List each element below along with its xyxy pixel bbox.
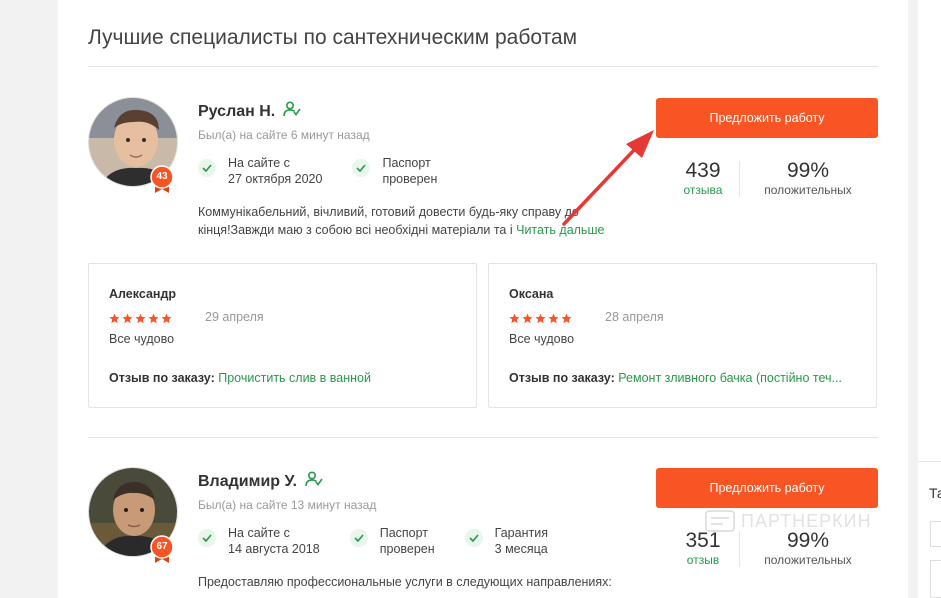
fact-line: На сайте с xyxy=(228,526,290,540)
watermark-logo-icon xyxy=(705,510,735,532)
specialist-description: Предоставляю профессиональные услуги в с… xyxy=(198,573,638,591)
card-divider xyxy=(88,437,878,438)
check-icon xyxy=(352,159,371,177)
facts-row: На сайте с 27 октября 2020 Паспорт провере… xyxy=(198,155,467,187)
right-column-text: Та xyxy=(929,485,941,501)
star-icon xyxy=(122,313,133,324)
specialist-stats: 351 отзыв 99% положительных xyxy=(656,529,878,571)
fact-line: Паспорт xyxy=(379,526,429,540)
rating-badge: 67 xyxy=(150,535,174,563)
avatar-wrap[interactable]: 43 xyxy=(88,97,180,197)
review-text: Все чудово xyxy=(109,332,175,346)
star-icon xyxy=(548,313,559,324)
review-date: 29 апреля xyxy=(205,310,264,324)
fact-item: На сайте с 27 октября 2020 xyxy=(198,155,322,187)
check-icon xyxy=(349,529,368,547)
star-rating xyxy=(509,313,572,324)
fact-line: Гарантия xyxy=(494,526,548,540)
positive-stat: 99% положительных xyxy=(752,159,864,197)
star-icon xyxy=(561,313,572,324)
review-text: Все чудово xyxy=(509,332,575,346)
rating-badge: 43 xyxy=(150,165,174,193)
star-icon xyxy=(109,313,120,324)
positive-label: положительных xyxy=(764,183,852,197)
review-card: Оксана 28 апреля Все чудово Отзыв по зак… xyxy=(488,263,877,408)
fact-line: проверен xyxy=(379,542,435,556)
star-icon xyxy=(535,313,546,324)
reviews-count: 439 xyxy=(685,159,721,182)
fact-line: 27 октября 2020 xyxy=(228,172,323,186)
right-divider xyxy=(918,461,941,462)
specialist-stats: 439 отзыва 99% положительных xyxy=(656,159,878,201)
star-icon xyxy=(135,313,146,324)
order-label: Отзыв по заказу: xyxy=(509,371,615,385)
avatar-wrap[interactable]: 67 xyxy=(88,467,180,567)
positive-stat: 99% положительных xyxy=(752,529,864,567)
fact-item: На сайте с 14 августа 2018 xyxy=(198,525,320,557)
online-status: Был(а) на сайте 13 минут назад xyxy=(198,498,377,512)
specialist-description: Коммунікабельний, вічливий, готовий дове… xyxy=(198,203,608,239)
specialist-name-text[interactable]: Владимир У. xyxy=(198,473,297,491)
right-box[interactable] xyxy=(930,560,941,598)
specialist-name: Владимир У. xyxy=(198,471,323,492)
reviews-label: отзыв xyxy=(686,553,720,567)
star-icon xyxy=(161,313,172,324)
fact-line: 14 августа 2018 xyxy=(228,542,320,556)
online-status: Был(а) на сайте 6 минут назад xyxy=(198,128,370,142)
order-label: Отзыв по заказу: xyxy=(109,371,215,385)
watermark: ПАРТНЕРКИН xyxy=(705,510,872,532)
order-link[interactable]: Ремонт зливного бачка (постійно теч... xyxy=(618,371,842,385)
title-divider xyxy=(88,66,878,67)
review-card: Александр 29 апреля Все чудово Отзыв по … xyxy=(88,263,477,408)
specialists-panel: Лучшие специалисты по сантехническим раб… xyxy=(58,0,908,598)
right-column: Та xyxy=(918,0,941,598)
star-icon xyxy=(148,313,159,324)
check-icon xyxy=(198,159,216,177)
watermark-text: ПАРТНЕРКИН xyxy=(741,510,872,531)
fact-line: 3 месяца xyxy=(494,542,548,556)
specialist-name: Руслан Н. xyxy=(198,101,301,122)
description-text: Предоставляю профессиональные услуги в с… xyxy=(198,575,612,589)
reviews-stat[interactable]: 351 отзыв xyxy=(674,529,732,567)
review-author: Оксана xyxy=(509,287,554,301)
fact-item: Гарантия 3 месяца xyxy=(464,525,548,557)
read-more-link[interactable]: Читать дальше xyxy=(516,223,604,237)
star-icon xyxy=(509,313,520,324)
fact-line: На сайте с xyxy=(228,156,290,170)
review-date: 28 апреля xyxy=(605,310,664,324)
check-icon xyxy=(464,529,483,547)
reviews-row: Александр 29 апреля Все чудово Отзыв по … xyxy=(88,263,878,408)
fact-line: Паспорт xyxy=(382,156,431,170)
positive-percent: 99% xyxy=(786,159,830,182)
offer-work-button[interactable]: Предложить работу xyxy=(656,468,878,508)
positive-label: положительных xyxy=(764,553,852,567)
facts-row: На сайте с 14 августа 2018 Паспорт провере… xyxy=(198,525,578,557)
reviews-stat[interactable]: 439 отзыва xyxy=(674,159,732,197)
reviews-count: 351 xyxy=(685,529,721,552)
reviews-label: отзыва xyxy=(683,183,723,197)
review-author: Александр xyxy=(109,287,177,301)
stat-divider xyxy=(739,161,740,197)
review-order: Отзыв по заказу: Ремонт зливного бачка (… xyxy=(509,371,861,385)
user-check-icon xyxy=(305,471,323,492)
positive-percent: 99% xyxy=(786,529,830,552)
star-icon xyxy=(522,313,533,324)
user-check-icon xyxy=(283,101,301,122)
fact-item: Паспорт проверен xyxy=(352,155,437,187)
check-icon xyxy=(198,529,216,547)
offer-work-button[interactable]: Предложить работу xyxy=(656,98,878,138)
order-link[interactable]: Прочистить слив в ванной xyxy=(218,371,371,385)
specialist-name-text[interactable]: Руслан Н. xyxy=(198,103,275,121)
fact-line: проверен xyxy=(382,172,438,186)
fact-item: Паспорт проверен xyxy=(349,525,435,557)
star-rating xyxy=(109,313,172,324)
page-title: Лучшие специалисты по сантехническим раб… xyxy=(88,26,578,49)
right-box[interactable] xyxy=(930,521,941,547)
review-order: Отзыв по заказу: Прочистить слив в ванно… xyxy=(109,371,461,385)
stat-divider xyxy=(739,531,740,567)
